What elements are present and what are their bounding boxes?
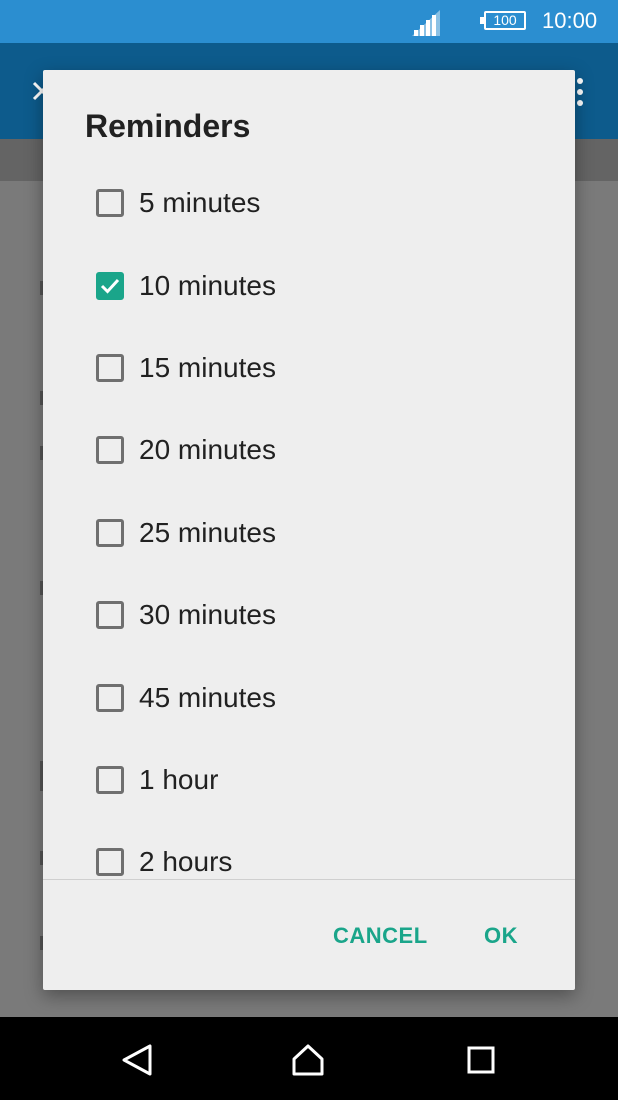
option-label: 2 hours (139, 846, 233, 878)
home-icon[interactable] (291, 1043, 325, 1077)
reminder-option[interactable]: 2 hours (43, 821, 575, 879)
reminder-option[interactable]: 30 minutes (43, 574, 575, 656)
checkmark-icon (100, 278, 120, 294)
recents-icon[interactable] (464, 1043, 498, 1077)
checkbox[interactable] (96, 518, 124, 547)
status-bar: 100 10:00 (0, 0, 618, 43)
option-label: 15 minutes (139, 351, 276, 383)
checkbox[interactable] (96, 765, 124, 794)
reminder-option[interactable]: 20 minutes (43, 409, 575, 491)
reminders-dialog: Reminders 5 minutes 10 minutes 15 minute… (43, 70, 575, 990)
signal-icon (412, 10, 440, 36)
battery-level: 100 (493, 12, 517, 28)
checkbox[interactable] (96, 848, 124, 877)
dialog-divider (43, 879, 575, 880)
option-label: 10 minutes (139, 269, 276, 301)
battery-icon: 100 (480, 11, 526, 30)
ok-button[interactable]: OK (484, 923, 518, 949)
reminder-option[interactable]: 1 hour (43, 739, 575, 821)
reminder-option[interactable]: 15 minutes (43, 327, 575, 409)
checkbox[interactable] (96, 189, 124, 218)
option-label: 30 minutes (139, 599, 276, 631)
checkbox[interactable] (96, 436, 124, 465)
option-label: 1 hour (139, 763, 219, 795)
reminder-option[interactable]: 10 minutes (43, 244, 575, 326)
checkbox-checked[interactable] (96, 271, 124, 300)
cancel-button[interactable]: CANCEL (333, 923, 428, 949)
option-label: 5 minutes (139, 187, 261, 219)
checkbox[interactable] (96, 683, 124, 712)
back-icon[interactable] (120, 1043, 154, 1077)
checkbox[interactable] (96, 601, 124, 630)
navigation-bar (0, 1017, 618, 1100)
reminder-options-list[interactable]: 5 minutes 10 minutes 15 minutes 20 minut… (43, 162, 575, 879)
status-time: 10:00 (542, 8, 598, 33)
option-label: 20 minutes (139, 434, 276, 466)
overflow-menu-icon[interactable] (575, 77, 585, 107)
dialog-title: Reminders (85, 108, 251, 144)
checkbox[interactable] (96, 353, 124, 382)
option-label: 25 minutes (139, 516, 276, 548)
reminder-option[interactable]: 45 minutes (43, 656, 575, 738)
reminder-option[interactable]: 5 minutes (43, 162, 575, 244)
option-label: 45 minutes (139, 681, 276, 713)
reminder-option[interactable]: 25 minutes (43, 492, 575, 574)
